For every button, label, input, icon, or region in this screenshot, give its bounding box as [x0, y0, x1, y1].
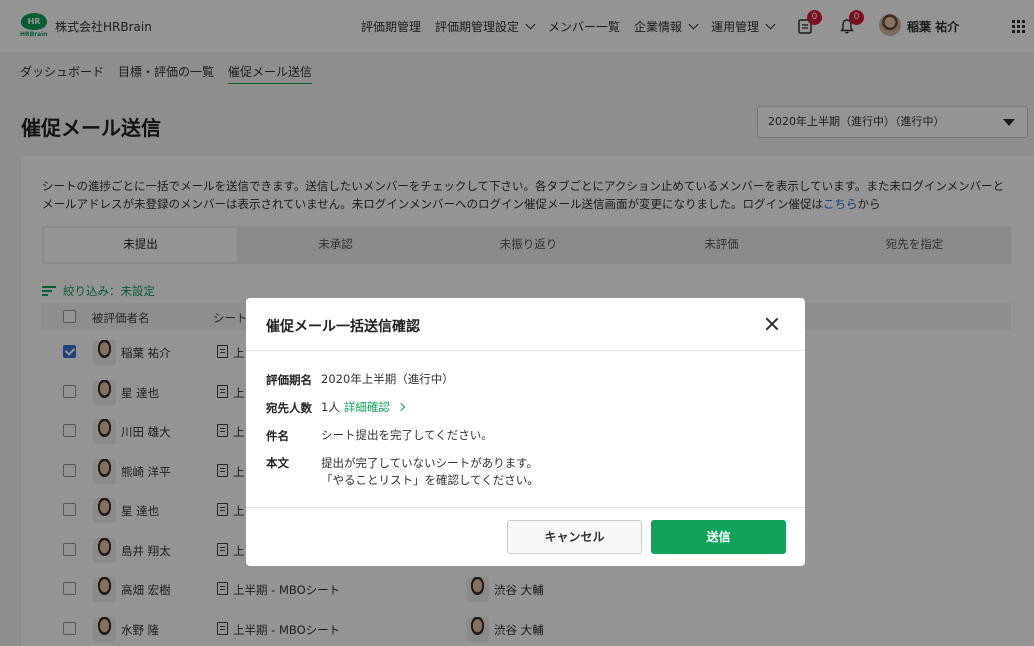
recipients-value: 1人 詳細確認	[321, 399, 406, 416]
detail-link[interactable]: 詳細確認	[344, 400, 390, 414]
period-value: 2020年上半期（進行中）	[321, 372, 454, 386]
chevron-right-icon[interactable]	[396, 402, 406, 412]
dialog-footer-divider	[246, 507, 805, 508]
body-line-2: 「やることリスト」を確認してください。	[321, 473, 539, 487]
body-label: 本文	[266, 456, 289, 470]
body-line-1: 提出が完了していないシートがあります。	[321, 456, 539, 470]
confirm-dialog: 催促メール一括送信確認 評価期名 2020年上半期（進行中） 宛先人数 1人 詳細…	[246, 298, 805, 566]
dialog-title: 催促メール一括送信確認	[266, 319, 420, 335]
recipients-count: 1人	[321, 400, 340, 414]
dialog-divider	[246, 350, 805, 351]
close-icon[interactable]	[765, 317, 779, 331]
recipients-label: 宛先人数	[266, 401, 312, 415]
period-label: 評価期名	[266, 373, 312, 387]
send-button[interactable]: 送信	[651, 520, 786, 554]
subject-value: シート提出を完了してください。	[321, 428, 493, 442]
subject-label: 件名	[266, 429, 289, 443]
cancel-button[interactable]: キャンセル	[507, 520, 642, 554]
